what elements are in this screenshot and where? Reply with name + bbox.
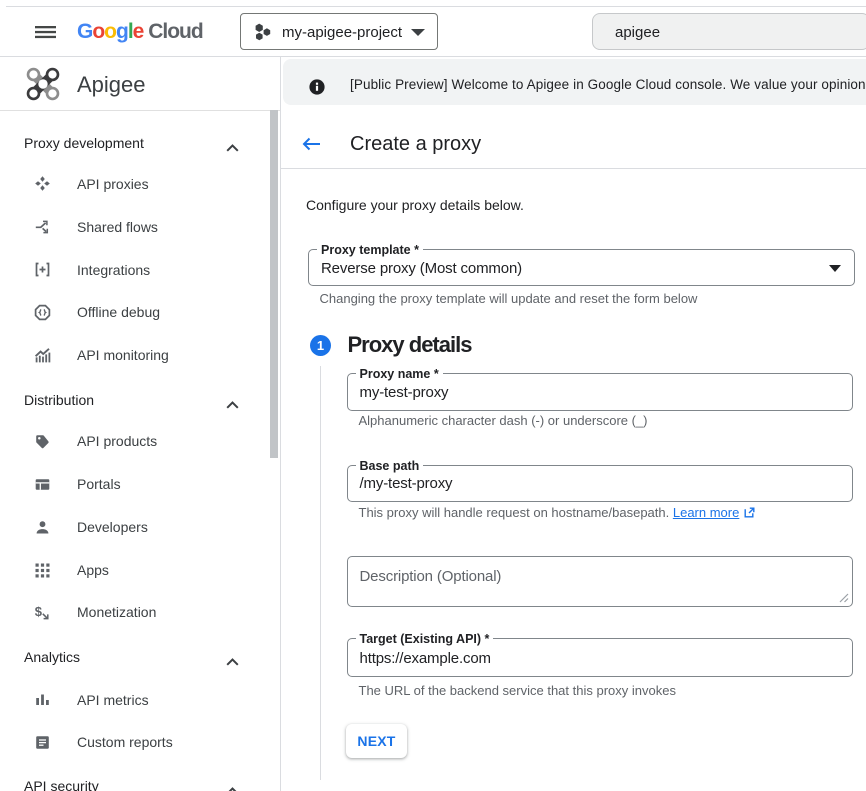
svg-text:$: $ [35, 604, 43, 619]
